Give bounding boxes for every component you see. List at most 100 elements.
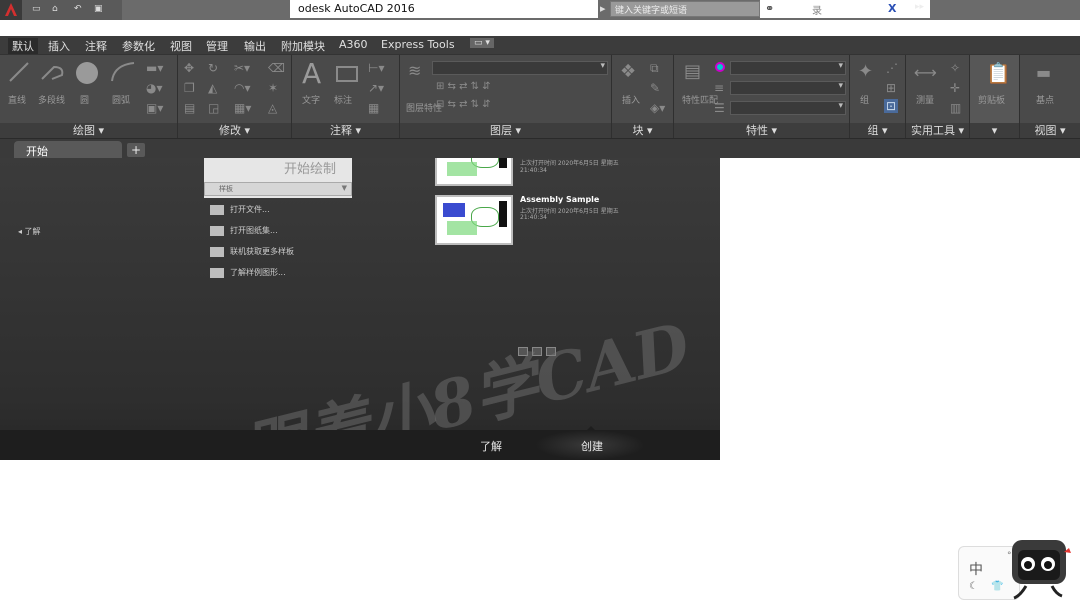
- utilities-panel-title[interactable]: 实用工具 ▾: [906, 123, 969, 139]
- move-icon[interactable]: ✥: [184, 61, 194, 75]
- fillet-icon[interactable]: ◠▾: [234, 81, 251, 95]
- modify-panel-title[interactable]: 修改 ▾: [178, 123, 291, 139]
- binoculars-icon[interactable]: ⚭: [765, 2, 774, 15]
- undo-icon[interactable]: ↶: [74, 4, 82, 14]
- offset-icon[interactable]: ◬: [268, 101, 277, 115]
- tab-addins[interactable]: 附加模块: [281, 38, 325, 54]
- create-block-icon[interactable]: ⧉: [650, 61, 659, 76]
- save-icon[interactable]: ▣: [94, 4, 103, 14]
- layers-panel-title[interactable]: 图层 ▾: [400, 123, 611, 139]
- ime-language-label[interactable]: 中: [969, 559, 983, 579]
- tab-default[interactable]: 默认: [8, 38, 38, 54]
- block-panel-title[interactable]: 块 ▾: [612, 123, 673, 139]
- groups-panel-title[interactable]: 组 ▾: [850, 123, 905, 139]
- group-edit-icon[interactable]: ⊞: [886, 81, 896, 95]
- rotate-icon[interactable]: ↻: [208, 61, 218, 75]
- circle-icon[interactable]: [74, 60, 100, 86]
- tab-parametric[interactable]: 参数化: [122, 38, 155, 54]
- lineweight-combo[interactable]: [730, 101, 846, 115]
- open-file-link[interactable]: 打开文件...: [210, 204, 270, 215]
- linetype-icon[interactable]: ≡: [714, 81, 724, 95]
- insert-block-icon[interactable]: ❖: [620, 61, 636, 82]
- paste-icon[interactable]: 📋: [986, 61, 1011, 85]
- color-combo[interactable]: [730, 61, 846, 75]
- view-panel-title[interactable]: 视图 ▾: [1020, 123, 1080, 139]
- erase-icon[interactable]: ⌫: [268, 61, 285, 75]
- recent-doc-thumbnail[interactable]: [435, 195, 513, 245]
- rectangle-icon[interactable]: ▬▾: [146, 61, 163, 75]
- ungroup-icon[interactable]: ⋰: [886, 61, 898, 75]
- sign-in-label[interactable]: 录: [812, 2, 822, 17]
- search-input[interactable]: 键入关键字或短语: [610, 1, 760, 17]
- tab-manage[interactable]: 管理: [206, 38, 228, 54]
- layer-tools-icon[interactable]: ⊞ ⇆ ⇄ ⇅ ⇵: [436, 81, 491, 92]
- group-select-icon[interactable]: ⊡: [884, 99, 899, 113]
- edit-block-icon[interactable]: ✎: [650, 81, 660, 95]
- stretch-icon[interactable]: ▤: [184, 101, 195, 115]
- open-icon[interactable]: ⌂: [52, 4, 58, 14]
- new-icon[interactable]: ▭: [32, 4, 41, 14]
- exchange-icon[interactable]: X: [888, 2, 896, 15]
- tab-annotate[interactable]: 注释: [85, 38, 107, 54]
- explode-icon[interactable]: ✶: [268, 81, 278, 95]
- copy-icon[interactable]: ❐: [184, 81, 195, 95]
- dimension-icon[interactable]: [334, 63, 360, 85]
- polyline-icon[interactable]: [40, 61, 66, 83]
- draw-panel-title[interactable]: 绘图 ▾: [0, 123, 177, 139]
- region-icon[interactable]: ▣▾: [146, 101, 163, 115]
- tab-insert[interactable]: 插入: [48, 38, 70, 54]
- group-icon[interactable]: ✦: [858, 61, 873, 82]
- tab-view[interactable]: 视图: [170, 38, 192, 54]
- linetype-combo[interactable]: [730, 81, 846, 95]
- moon-icon[interactable]: ☾: [969, 581, 978, 592]
- match-properties-icon[interactable]: ▤: [684, 61, 701, 82]
- tab-express-tools[interactable]: Express Tools: [381, 38, 455, 51]
- leader-icon[interactable]: ↗▾: [368, 81, 384, 95]
- more-icon[interactable]: ▸▸: [915, 2, 924, 12]
- tab-a360[interactable]: A360: [339, 38, 368, 51]
- online-templates-link[interactable]: 联机获取更多样板: [210, 246, 294, 257]
- layer-combo[interactable]: [432, 61, 608, 75]
- template-dropdown[interactable]: 样板: [204, 182, 352, 196]
- layer-tools2-icon[interactable]: ⊟ ⇆ ⇄ ⇅ ⇵: [436, 99, 491, 110]
- table-icon[interactable]: ▦: [368, 101, 379, 115]
- ribbon-options-icon[interactable]: ▭ ▾: [470, 38, 494, 48]
- hatch-icon[interactable]: ◕▾: [146, 81, 163, 95]
- text-icon[interactable]: A: [302, 57, 321, 90]
- open-sheet-set-link[interactable]: 打开图纸集...: [210, 225, 278, 236]
- mirror-icon[interactable]: ◭: [208, 81, 217, 95]
- tab-start[interactable]: 开始: [14, 141, 122, 159]
- calculator-icon[interactable]: ▥: [950, 101, 961, 115]
- id-point-icon[interactable]: ✛: [950, 81, 960, 95]
- skin-icon[interactable]: 👕: [991, 581, 1003, 592]
- properties-panel: ▤ 特性匹配 ≡ ☰ 特性 ▾: [674, 55, 850, 139]
- autocad-logo-icon[interactable]: [0, 0, 22, 20]
- arc-icon[interactable]: [110, 61, 136, 83]
- trim-icon[interactable]: ✂▾: [234, 61, 250, 75]
- bottom-tab-create[interactable]: 创建: [581, 438, 603, 454]
- annotation-panel-title[interactable]: 注释 ▾: [292, 123, 399, 139]
- file-tab-bar: 开始 +: [0, 138, 1080, 159]
- recent-doc-thumbnail[interactable]: [435, 158, 513, 186]
- autocad-window: ▭ ⌂ ↶ ▣ odesk AutoCAD 2016 ▸ 键入关键字或短语 ⚭ …: [0, 0, 1080, 608]
- measure-icon[interactable]: ⟷: [914, 63, 937, 82]
- scale-icon[interactable]: ◲: [208, 101, 219, 115]
- array-icon[interactable]: ▦▾: [234, 101, 251, 115]
- recent-doc-name[interactable]: Assembly Sample: [520, 195, 599, 204]
- attribute-icon[interactable]: ◈▾: [650, 101, 665, 115]
- color-wheel-icon[interactable]: [714, 61, 726, 76]
- learn-collapse-toggle[interactable]: ◂ 了解: [18, 226, 41, 237]
- lineweight-icon[interactable]: ☰: [714, 101, 725, 115]
- bottom-tab-learn[interactable]: 了解: [480, 438, 502, 454]
- tab-output[interactable]: 输出: [244, 38, 266, 54]
- base-view-icon[interactable]: ▬: [1036, 63, 1051, 82]
- layer-properties-icon[interactable]: ≋: [408, 61, 421, 80]
- properties-panel-title[interactable]: 特性 ▾: [674, 123, 849, 139]
- clipboard-panel-title[interactable]: ▾: [970, 123, 1019, 139]
- linear-dim-icon[interactable]: ⊢▾: [368, 61, 384, 75]
- chevron-right-icon[interactable]: ▸: [600, 2, 606, 15]
- quick-select-icon[interactable]: ✧: [950, 61, 960, 75]
- sample-drawings-link[interactable]: 了解样例图形...: [210, 267, 286, 278]
- line-icon[interactable]: [8, 61, 30, 83]
- new-tab-button[interactable]: +: [127, 143, 145, 157]
